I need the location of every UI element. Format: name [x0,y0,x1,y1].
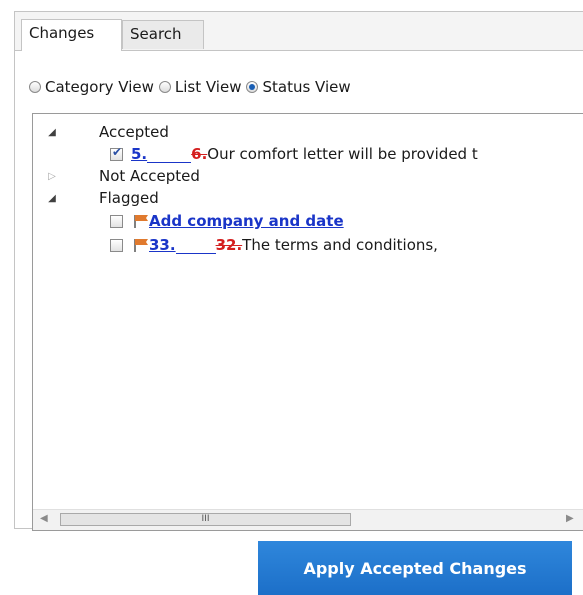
changes-panel: Changes Search Category View List View S… [14,11,583,531]
item-checkbox[interactable] [110,214,123,228]
status-view-option[interactable]: Status View [246,78,351,96]
tab-search[interactable]: Search [122,20,204,49]
collapsed-icon[interactable]: ▷ [47,171,57,182]
item-checkbox[interactable] [110,238,123,252]
change-text: The terms and conditions, [242,236,438,254]
group-flagged[interactable]: ◢ Flagged [33,187,573,209]
status-view-label: Status View [262,78,351,96]
flag-icon [134,239,148,252]
group-accepted[interactable]: ◢ Accepted [33,121,573,143]
change-item: Add company and date [110,210,344,232]
apply-accepted-changes-button[interactable]: Apply Accepted Changes [258,541,572,595]
expanded-icon[interactable]: ◢ [47,127,57,138]
change-item: 5. 6. Our comfort letter will be provide… [110,143,478,165]
insertion-gap [147,145,192,163]
scroll-thumb[interactable]: III [60,513,351,526]
old-number: 6. [191,145,208,163]
old-number: 32. [215,236,243,254]
scroll-right-icon[interactable]: ▶ [566,513,574,524]
category-view-option[interactable]: Category View [29,78,154,96]
tab-strip: Changes Search [15,12,583,51]
group-label: Flagged [99,189,159,207]
scroll-left-icon[interactable]: ◀ [40,513,48,524]
thumb-grip: III [201,514,210,524]
status-view-radio[interactable] [246,81,259,93]
list-view-option[interactable]: List View [158,78,242,96]
change-link[interactable]: Add company and date [149,212,344,230]
category-view-radio[interactable] [29,81,41,93]
list-view-label: List View [174,78,242,96]
list-view-radio[interactable] [158,81,171,93]
group-label: Accepted [99,123,169,141]
horizontal-scrollbar[interactable]: ◀ III ▶ [33,509,583,530]
item-checkbox[interactable] [110,145,123,161]
group-label: Not Accepted [99,167,200,185]
expanded-icon[interactable]: ◢ [47,193,57,204]
tab-changes[interactable]: Changes [21,19,122,51]
flag-icon [134,215,148,228]
group-not-accepted[interactable]: ▷ Not Accepted [33,165,573,187]
change-item: 33. 32. The terms and conditions, [110,234,438,256]
new-number[interactable]: 33. [149,236,176,254]
category-view-label: Category View [45,78,154,96]
new-number[interactable]: 5. [131,145,147,163]
changes-tree: ◢ Accepted 5. 6. Our comfort letter will… [32,113,583,531]
insertion-gap [175,236,216,254]
change-text: Our comfort letter will be provided t [207,145,478,163]
view-options: Category View List View Status View [29,75,356,99]
